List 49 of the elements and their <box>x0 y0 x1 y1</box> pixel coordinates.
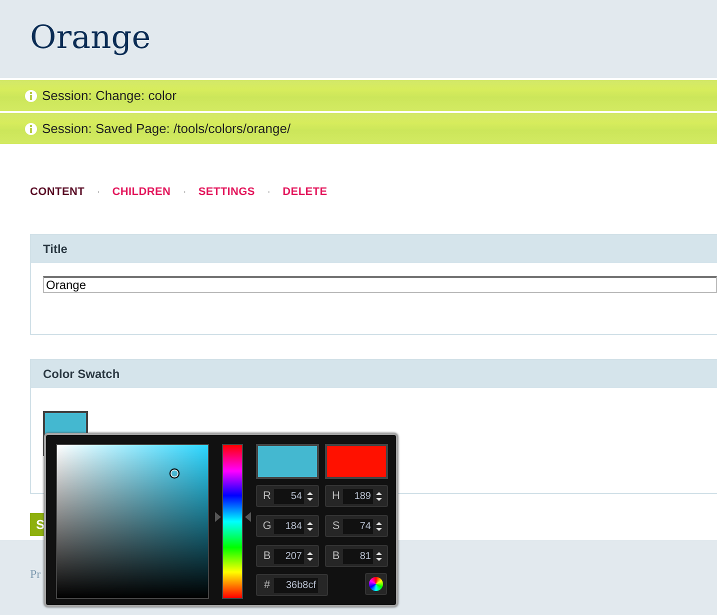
page-title: Orange <box>30 20 151 56</box>
field-value: 54 <box>274 488 304 504</box>
spinner-icon <box>376 492 382 500</box>
field-label: # <box>262 578 272 593</box>
tab-link[interactable]: CHILDREN <box>112 184 171 200</box>
field-value: 81 <box>343 548 373 564</box>
field-label: B <box>262 548 272 564</box>
value-field[interactable]: B 81 <box>325 545 388 567</box>
field-label: G <box>262 518 272 534</box>
value-field[interactable]: R 54 <box>256 485 319 507</box>
tab-link[interactable]: CONTENT <box>30 184 85 200</box>
info-icon <box>25 122 37 134</box>
separator-dot: · <box>96 184 100 200</box>
message-text: Session: Saved Page: /tools/colors/orange/ <box>42 120 291 138</box>
spinner-icon <box>376 522 382 530</box>
tab-link[interactable]: SETTINGS <box>198 184 255 200</box>
picker-cursor-icon <box>169 468 180 479</box>
panel-heading: Color Swatch <box>31 360 717 388</box>
value-field[interactable]: H 189 <box>325 485 388 507</box>
separator-dot: · <box>266 184 271 200</box>
message-text: Session: Change: color <box>42 86 176 105</box>
spinner-icon <box>307 522 313 530</box>
color-wheel-icon <box>369 577 383 591</box>
slider-arrow-icon <box>245 512 251 522</box>
field-value: 36b8cf <box>274 578 318 592</box>
spinner-icon <box>307 492 313 500</box>
tab-link[interactable]: DELETE <box>282 184 328 200</box>
field-label: H <box>331 488 341 504</box>
info-icon <box>25 90 37 102</box>
hue-slider[interactable] <box>222 444 243 599</box>
spinner-icon <box>376 552 382 560</box>
separator-dot: · <box>182 184 186 200</box>
field-value: 189 <box>343 488 373 504</box>
value-field[interactable]: # 36b8cf <box>256 574 328 596</box>
field-value: 184 <box>274 518 304 534</box>
saturation-field[interactable] <box>56 444 209 599</box>
color-wheel-button[interactable] <box>365 573 387 595</box>
field-label: B <box>331 548 341 564</box>
value-field[interactable]: S 74 <box>325 515 388 537</box>
field-value: 74 <box>343 518 373 534</box>
value-field[interactable]: B 207 <box>256 545 319 567</box>
text-input[interactable]: Orange <box>43 276 717 293</box>
panel-heading: Title <box>31 235 717 263</box>
footer-text: Pr <box>30 566 41 583</box>
spinner-icon <box>307 552 313 560</box>
field-label: R <box>262 488 272 504</box>
value-field[interactable]: G 184 <box>256 515 319 537</box>
field-value: 207 <box>274 548 304 564</box>
field-label: S <box>331 518 341 534</box>
